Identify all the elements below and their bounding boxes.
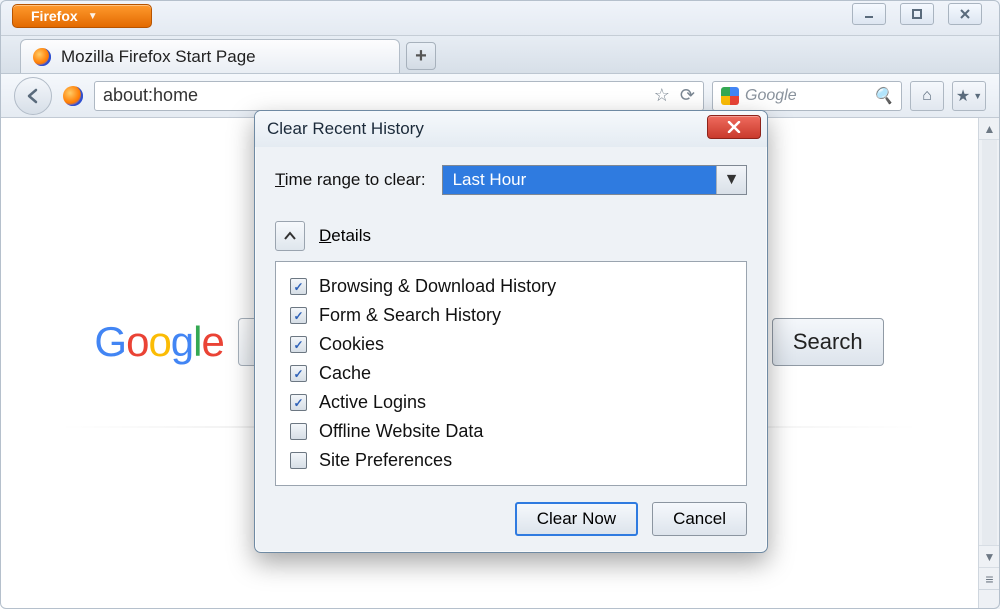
home-icon: ⌂ [922, 87, 932, 105]
firefox-menu-label: Firefox [31, 8, 78, 24]
checkbox[interactable] [290, 336, 307, 353]
checklist-item[interactable]: Cookies [290, 330, 732, 359]
details-label: Details [319, 226, 371, 246]
bookmark-star-icon[interactable]: ☆ [654, 85, 670, 106]
scrollbar-grip-icon[interactable]: ≡ [979, 567, 1000, 589]
firefox-icon [33, 48, 51, 66]
search-placeholder: Google [745, 87, 797, 105]
checkbox[interactable] [290, 307, 307, 324]
tab-title: Mozilla Firefox Start Page [61, 47, 256, 67]
checkbox[interactable] [290, 278, 307, 295]
bookmarks-menu-button[interactable]: ★▼ [952, 81, 986, 111]
checklist-item[interactable]: Form & Search History [290, 301, 732, 330]
checklist-item-label: Cache [319, 363, 371, 384]
time-range-label: Time range to clear: [275, 170, 426, 190]
dialog-body: Time range to clear: Last Hour ▼ Details… [255, 147, 767, 552]
checkbox[interactable] [290, 423, 307, 440]
dialog-buttons: Clear Now Cancel [275, 502, 747, 536]
site-identity-icon[interactable] [60, 83, 86, 109]
dialog-title: Clear Recent History [267, 119, 424, 139]
checklist-item-label: Form & Search History [319, 305, 501, 326]
chevron-up-icon [284, 231, 296, 241]
close-button[interactable] [948, 3, 982, 25]
checklist-item[interactable]: Browsing & Download History [290, 272, 732, 301]
search-bar[interactable]: Google 🔍 [712, 81, 902, 111]
scrollbar-corner [978, 589, 1000, 609]
scroll-down-button[interactable]: ▼ [979, 545, 1000, 567]
tab-start-page[interactable]: Mozilla Firefox Start Page [20, 39, 400, 73]
home-button[interactable]: ⌂ [910, 81, 944, 111]
url-text: about:home [103, 85, 654, 106]
dialog-title-bar[interactable]: Clear Recent History [255, 111, 767, 147]
clear-history-dialog: Clear Recent History Time range to clear… [254, 110, 768, 553]
close-icon [726, 121, 742, 133]
details-checklist: Browsing & Download History Form & Search… [275, 261, 747, 486]
new-tab-button[interactable]: + [406, 42, 436, 70]
back-arrow-icon [24, 87, 42, 105]
dialog-close-button[interactable] [707, 115, 761, 139]
checklist-item[interactable]: Site Preferences [290, 446, 732, 475]
url-bar[interactable]: about:home ☆ ⟳ [94, 81, 704, 111]
checklist-item-label: Site Preferences [319, 450, 452, 471]
scroll-up-button[interactable]: ▲ [979, 118, 1000, 140]
checklist-item-label: Active Logins [319, 392, 426, 413]
time-range-value: Last Hour [443, 166, 716, 194]
checkbox[interactable] [290, 365, 307, 382]
chevron-down-icon: ▼ [716, 166, 746, 194]
firefox-menu-button[interactable]: Firefox ▼ [12, 4, 152, 28]
google-logo: Google [94, 318, 223, 366]
reload-icon[interactable]: ⟳ [680, 85, 695, 106]
cancel-button[interactable]: Cancel [652, 502, 747, 536]
bookmarks-star-icon: ★ [956, 86, 970, 106]
checklist-item[interactable]: Offline Website Data [290, 417, 732, 446]
details-header: Details [275, 221, 747, 251]
checklist-item-label: Cookies [319, 334, 384, 355]
dropdown-icon: ▼ [973, 91, 982, 101]
time-range-row: Time range to clear: Last Hour ▼ [275, 165, 747, 195]
checkbox[interactable] [290, 452, 307, 469]
scrollbar-track[interactable] [982, 140, 997, 545]
window-controls [852, 3, 982, 25]
minimize-button[interactable] [852, 3, 886, 25]
search-go-icon[interactable]: 🔍 [873, 86, 893, 106]
checklist-item[interactable]: Cache [290, 359, 732, 388]
back-button[interactable] [14, 77, 52, 115]
firefox-globe-icon [63, 86, 83, 106]
checklist-item-label: Browsing & Download History [319, 276, 556, 297]
maximize-button[interactable] [900, 3, 934, 25]
checklist-item-label: Offline Website Data [319, 421, 483, 442]
details-toggle-button[interactable] [275, 221, 305, 251]
homepage-search-button[interactable]: Search [772, 318, 884, 366]
tab-strip: Mozilla Firefox Start Page + [0, 36, 1000, 74]
checkbox[interactable] [290, 394, 307, 411]
vertical-scrollbar[interactable]: ▲ ▼ ≡ [978, 118, 1000, 589]
checklist-item[interactable]: Active Logins [290, 388, 732, 417]
time-range-select[interactable]: Last Hour ▼ [442, 165, 747, 195]
dropdown-icon: ▼ [88, 11, 98, 22]
google-icon [721, 87, 739, 105]
clear-now-button[interactable]: Clear Now [515, 502, 638, 536]
title-bar: Firefox ▼ [0, 0, 1000, 36]
